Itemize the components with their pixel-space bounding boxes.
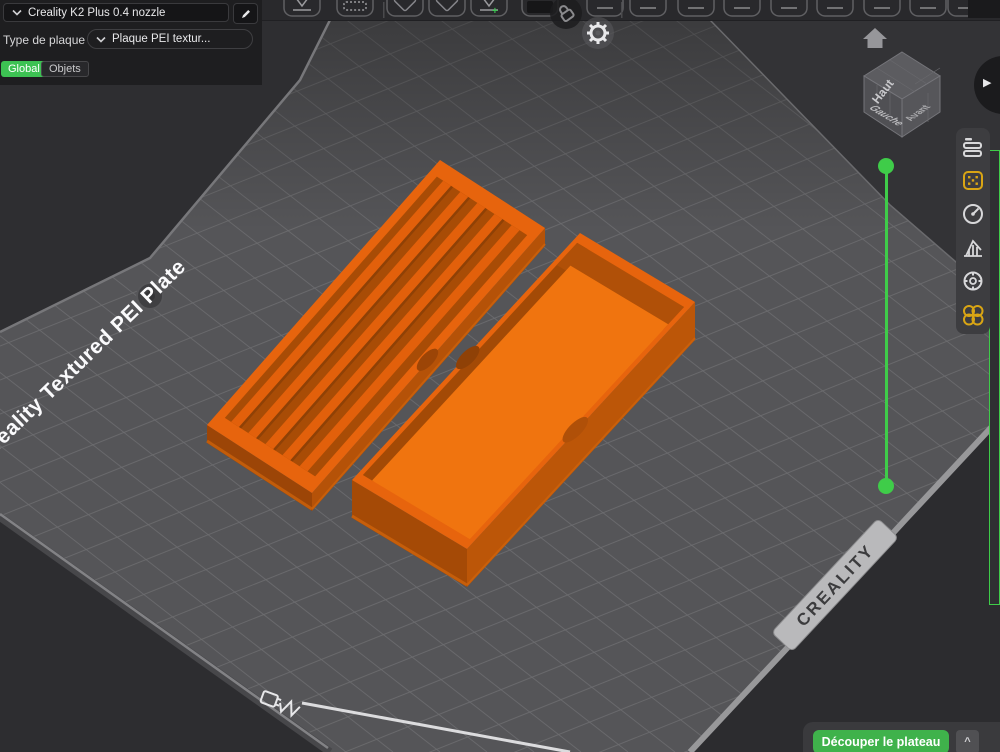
object-list-icon[interactable] bbox=[960, 134, 986, 160]
slice-plate-button[interactable]: Découper le plateau bbox=[813, 730, 949, 752]
chevron-down-icon bbox=[12, 9, 22, 16]
support-icon[interactable] bbox=[960, 235, 986, 261]
layer-slider-handle-top[interactable] bbox=[878, 158, 894, 174]
machine-settings-icon[interactable] bbox=[960, 268, 986, 294]
tab-global[interactable]: Global bbox=[1, 61, 47, 77]
app-window: Creality Textured PEI Plate CREALITY bbox=[0, 0, 1000, 752]
printer-selector-value: Creality K2 Plus 0.4 nozzle bbox=[28, 7, 165, 19]
slice-action-bar: Découper le plateau ^ bbox=[803, 722, 1000, 752]
speed-gauge-icon[interactable] bbox=[960, 201, 986, 227]
nav-cube[interactable]: Haut Gauche Avant bbox=[864, 52, 940, 137]
plate-type-selector[interactable]: Plaque PEI textur... bbox=[87, 29, 253, 49]
layer-slider-track[interactable] bbox=[885, 166, 888, 486]
plate-type-value: Plaque PEI textur... bbox=[112, 33, 210, 45]
edit-printer-button[interactable] bbox=[233, 3, 258, 24]
plate-type-label: Type de plaque bbox=[3, 33, 85, 47]
multi-color-icon[interactable] bbox=[960, 302, 986, 328]
slice-options-expand-button[interactable]: ^ bbox=[956, 730, 979, 752]
printer-panel: Creality K2 Plus 0.4 nozzle Type de plaq… bbox=[0, 0, 262, 85]
pencil-icon bbox=[240, 8, 252, 20]
gear-icon bbox=[587, 22, 609, 44]
seam-plate-icon[interactable] bbox=[960, 168, 986, 194]
tab-objets[interactable]: Objets bbox=[41, 61, 89, 77]
toolbar-corner-notch bbox=[968, 0, 1000, 18]
view-options-toolbar bbox=[956, 128, 990, 334]
lock-badge[interactable] bbox=[550, 0, 582, 29]
home-view-button[interactable] bbox=[863, 28, 887, 48]
side-flyout-edge[interactable] bbox=[989, 150, 1000, 605]
view-settings-button[interactable] bbox=[582, 17, 614, 49]
printer-selector[interactable]: Creality K2 Plus 0.4 nozzle bbox=[3, 3, 229, 22]
collapse-arrow-icon: ▶ bbox=[983, 76, 991, 89]
chevron-down-icon bbox=[96, 36, 106, 43]
home-icon bbox=[863, 28, 887, 48]
layer-slider-handle-bottom[interactable] bbox=[878, 478, 894, 494]
